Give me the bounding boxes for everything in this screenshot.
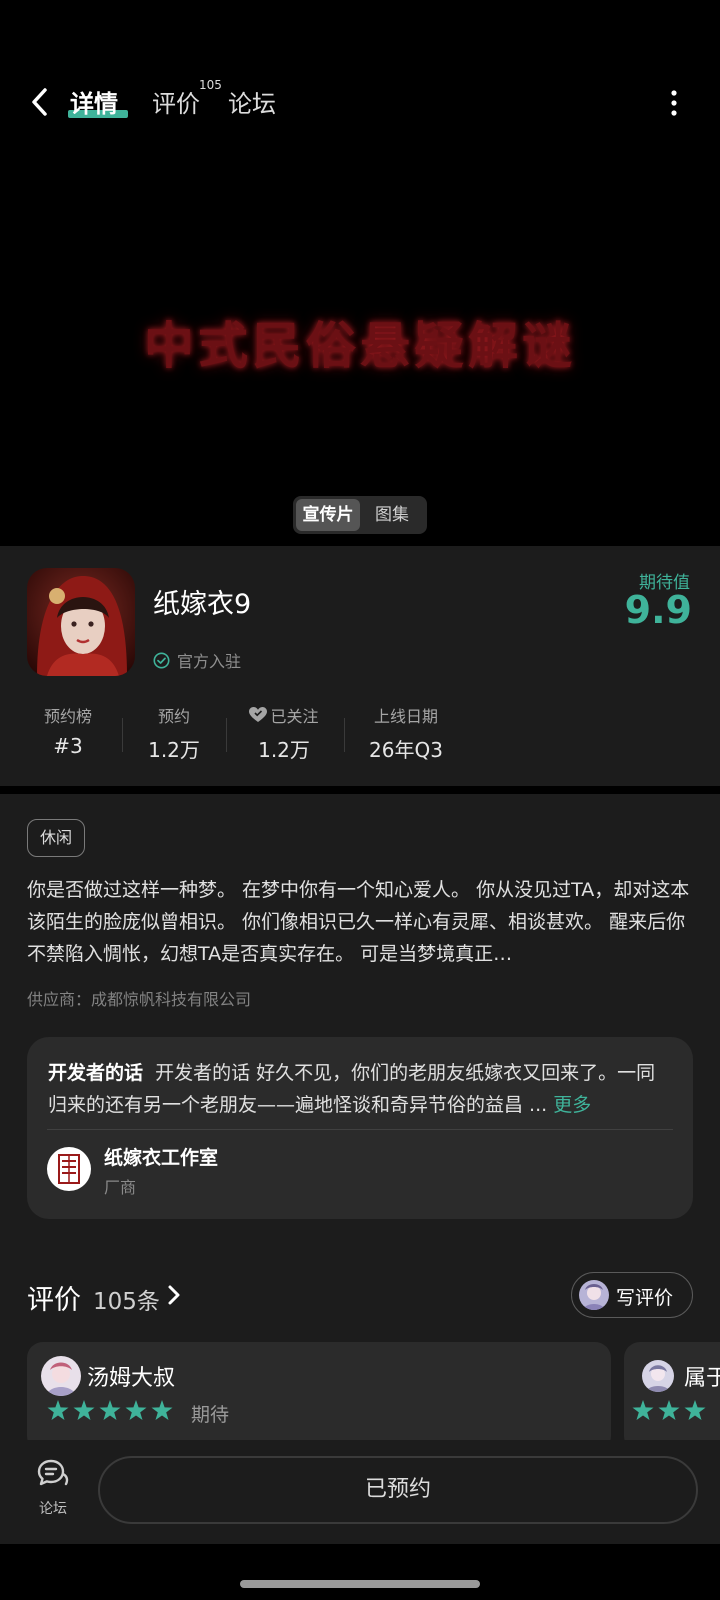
reserved-button[interactable]: 已预约 — [98, 1456, 698, 1524]
media-tab-trailer[interactable]: 宣传片 — [296, 499, 360, 531]
stat-value: 26年Q3 — [369, 738, 443, 762]
official-badge: 官方入驻 — [153, 648, 241, 672]
stat-divider — [226, 718, 227, 752]
reviewer-name[interactable]: 属于 — [684, 1360, 720, 1392]
review-tag: 期待 — [191, 1404, 230, 1426]
reviewer-avatar[interactable] — [642, 1360, 674, 1392]
system-nav-area — [0, 1544, 720, 1600]
bottom-action-bar: 论坛 已预约 — [0, 1440, 720, 1544]
reviews-title[interactable]: 评价 — [27, 1278, 81, 1317]
studio-avatar[interactable] — [47, 1147, 91, 1191]
studio-role: 厂商 — [104, 1178, 137, 1197]
rating-stars — [632, 1400, 710, 1421]
game-description[interactable]: 你是否做过这样一种梦。 在梦中你有一个知心爱人。 你从没见过TA，却对这本该陌生… — [27, 874, 693, 970]
home-gesture-handle[interactable] — [240, 1580, 480, 1588]
write-review-label: 写评价 — [616, 1287, 674, 1309]
tab-forum[interactable]: 论坛 — [228, 84, 276, 119]
game-icon — [27, 568, 135, 676]
supplier-text: 供应商：成都惊帆科技有限公司 — [27, 990, 252, 1009]
stat-divider — [122, 718, 123, 752]
verified-check-icon — [153, 652, 170, 668]
forum-button[interactable]: 论坛 — [30, 1458, 76, 1518]
stat-rank[interactable]: 预约榜 #3 — [28, 704, 108, 758]
forum-chat-icon — [37, 1459, 69, 1486]
divider — [47, 1129, 673, 1130]
developer-words-label: 开发者的话 — [48, 1062, 144, 1084]
media-tab-gallery[interactable]: 图集 — [360, 499, 424, 531]
game-header-card: 纸嫁衣9 官方入驻 期待值 9.9 预约榜 #3 预约 1.2万 已关注 1.2… — [0, 546, 720, 786]
star-icon — [73, 1400, 95, 1420]
reviewer-name[interactable]: 汤姆大叔 — [87, 1360, 175, 1392]
media-switch: 宣传片 图集 — [293, 496, 427, 534]
stat-label: 已关注 — [234, 704, 334, 726]
user-avatar — [579, 1280, 609, 1310]
stat-label: 上线日期 — [373, 707, 438, 726]
top-nav: 详情 评价 105 论坛 — [0, 78, 720, 126]
star-icon — [684, 1400, 706, 1420]
chevron-right-icon[interactable] — [167, 1284, 181, 1306]
stat-reservations: 预约 1.2万 — [134, 704, 214, 763]
review-card[interactable]: 属于 — [624, 1342, 720, 1452]
stat-value: #3 — [53, 734, 83, 758]
hero-title: 中式民俗悬疑解谜 — [144, 316, 576, 375]
developer-more-link[interactable]: 更多 — [553, 1094, 591, 1116]
forum-label: 论坛 — [39, 1501, 67, 1517]
reviews-count[interactable]: 105条 — [93, 1282, 160, 1316]
star-icon — [151, 1400, 173, 1420]
tab-details[interactable]: 详情 — [70, 84, 118, 119]
stat-label-text: 已关注 — [270, 707, 319, 726]
star-icon — [658, 1400, 680, 1420]
main-content: 休闲 你是否做过这样一种梦。 在梦中你有一个知心爱人。 你从没见过TA，却对这本… — [0, 794, 720, 1452]
stat-release-date: 上线日期 26年Q3 — [356, 704, 456, 763]
more-vertical-icon[interactable] — [670, 90, 678, 116]
rating-stars — [47, 1400, 177, 1421]
stat-label: 预约榜 — [43, 707, 92, 726]
review-card[interactable]: 汤姆大叔 期待 — [27, 1342, 611, 1452]
reviews-count-badge: 105 — [199, 78, 222, 92]
back-arrow-icon[interactable] — [26, 86, 54, 118]
star-icon — [47, 1400, 69, 1420]
write-review-button[interactable]: 写评价 — [571, 1272, 693, 1318]
heart-icon — [249, 707, 268, 722]
studio-name[interactable]: 纸嫁衣工作室 — [104, 1143, 218, 1170]
developer-card[interactable]: 开发者的话 开发者的话 好久不见，你们的老朋友纸嫁衣又回来了。一同归来的还有另一… — [27, 1037, 693, 1219]
developer-words: 开发者的话 开发者的话 好久不见，你们的老朋友纸嫁衣又回来了。一同归来的还有另一… — [48, 1057, 674, 1121]
stat-followed[interactable]: 已关注 1.2万 — [234, 704, 334, 763]
tab-reviews[interactable]: 评价 — [152, 84, 200, 119]
expect-value: 9.9 — [624, 588, 692, 632]
game-name: 纸嫁衣9 — [153, 589, 252, 620]
reviews-header: 评价 105条 写评价 — [27, 1272, 693, 1320]
star-icon — [632, 1400, 654, 1420]
stat-divider — [344, 718, 345, 752]
official-label: 官方入驻 — [177, 652, 242, 671]
stat-value: 1.2万 — [258, 738, 310, 762]
stat-value: 1.2万 — [148, 738, 200, 762]
reviewer-avatar[interactable] — [41, 1356, 81, 1396]
star-icon — [125, 1400, 147, 1420]
hero-video[interactable]: 中式民俗悬疑解谜 宣传片 图集 — [0, 126, 720, 546]
star-icon — [99, 1400, 121, 1420]
stat-label: 预约 — [157, 707, 190, 726]
stats-row: 预约榜 #3 预约 1.2万 已关注 1.2万 上线日期 26年Q3 — [0, 704, 460, 762]
genre-tag[interactable]: 休闲 — [27, 819, 86, 857]
